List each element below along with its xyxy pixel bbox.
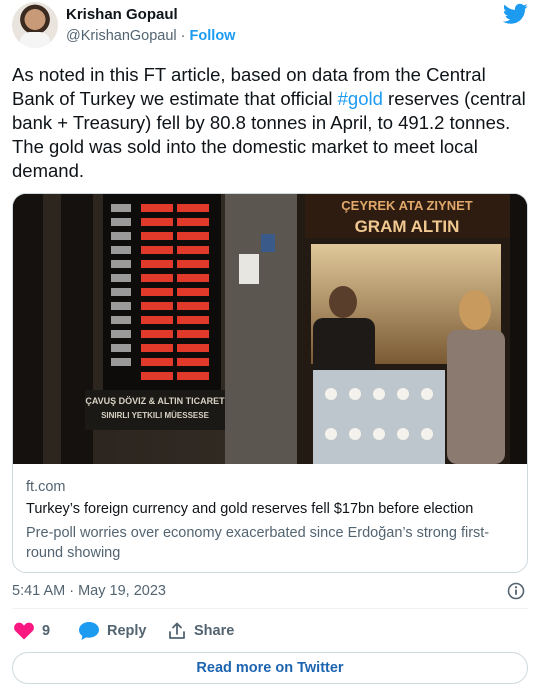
- link-card[interactable]: ÇAVUŞ DÖVIZ & ALTIN TICARET SINIRLI YETK…: [12, 193, 528, 573]
- reply-label: Reply: [107, 623, 147, 639]
- shop-sign-main: GRAM ALTIN: [355, 217, 460, 236]
- info-circle-icon[interactable]: [507, 582, 525, 600]
- share-button[interactable]: Share: [168, 622, 234, 640]
- share-label: Share: [194, 623, 235, 639]
- card-title[interactable]: Turkey’s foreign currency and gold reser…: [26, 501, 473, 517]
- author-handle-row: @KrishanGopaul · Follow: [66, 28, 235, 44]
- share-upload-icon: [169, 622, 185, 639]
- card-image[interactable]: ÇAVUŞ DÖVIZ & ALTIN TICARET SINIRLI YETK…: [13, 194, 527, 464]
- author-handle[interactable]: @KrishanGopaul: [66, 28, 177, 44]
- author-name[interactable]: Krishan Gopaul: [66, 6, 178, 23]
- tweet-timestamp[interactable]: 5:41 AM · May 19, 2023: [12, 583, 166, 599]
- follow-button[interactable]: Follow: [190, 28, 236, 44]
- like-count: 9: [42, 623, 51, 639]
- divider: [12, 608, 528, 609]
- read-more-button[interactable]: Read more on Twitter: [12, 652, 528, 684]
- reply-button[interactable]: Reply: [79, 622, 147, 640]
- heart-icon: [14, 622, 34, 640]
- shop-sign-line2: SINIRLI YETKILI MÜESSESE: [101, 411, 210, 420]
- avatar[interactable]: [12, 2, 58, 48]
- shop-sign-top: ÇEYREK ATA ZIYNET: [341, 198, 473, 213]
- card-description: Pre-poll worries over economy exacerbate…: [26, 525, 490, 561]
- like-button[interactable]: 9: [14, 622, 50, 640]
- hashtag-link[interactable]: #gold: [338, 88, 383, 109]
- speech-bubble-icon: [79, 622, 99, 640]
- tweet-text: As noted in this FT article, based on da…: [12, 63, 527, 183]
- twitter-bird-icon[interactable]: [503, 3, 528, 25]
- separator-dot: ·: [180, 28, 186, 44]
- shop-sign-line1: ÇAVUŞ DÖVIZ & ALTIN TICARET: [85, 396, 225, 406]
- card-domain: ft.com: [26, 479, 66, 495]
